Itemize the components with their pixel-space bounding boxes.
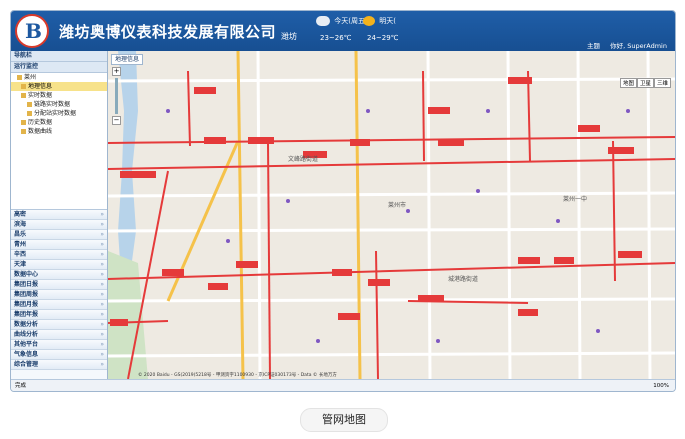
place-label-2: 莱州一中 (563, 195, 587, 203)
place-label-1: 莱州市 (388, 201, 406, 209)
app-window: 潍坊奥博仪表科技发展有限公司 潍坊 今天(周五) 23~26℃ 明天( 24~2… (10, 10, 676, 392)
company-name: 潍坊奥博仪表科技发展有限公司 (59, 23, 277, 41)
nav-section[interactable]: 青州 (11, 240, 107, 250)
tree-item-label: 莱州 (24, 74, 37, 81)
tree-item-label: 地理信息 (28, 83, 53, 90)
nav-section[interactable]: 其他平台 (11, 340, 107, 350)
status-text: 完成 (15, 383, 27, 389)
folder-icon (27, 102, 32, 107)
zoom-slider[interactable] (115, 78, 118, 114)
status-bar: 完成 100% (11, 379, 675, 391)
zoom-control[interactable]: + − (112, 67, 121, 127)
nav-title: 导航栏 (11, 51, 107, 62)
nav-section[interactable]: 昌乐 (11, 230, 107, 240)
map-copyright: © 2020 Baidu - GS(2019)5218号 - 甲测资字11009… (138, 373, 337, 378)
tree-item-label: 数据曲线 (28, 128, 53, 135)
group-title[interactable]: 运行监控 (11, 62, 107, 73)
folder-icon (21, 129, 26, 134)
map-type-map[interactable]: 地图 (619, 78, 637, 88)
map-type-satellite[interactable]: 卫星 (636, 78, 654, 88)
zoom-in-icon[interactable]: + (112, 67, 121, 76)
theme-menu[interactable]: 主题 (587, 42, 600, 50)
nav-section[interactable]: 高密 (11, 210, 107, 220)
sun-icon (363, 16, 375, 26)
user-greeting[interactable]: 你好, SuperAdmin (610, 42, 667, 50)
nav-section[interactable]: 集团年报 (11, 310, 107, 320)
tree-item[interactable]: 莱州 (11, 73, 107, 82)
zoom-level[interactable]: 100% (653, 380, 669, 391)
tree-item[interactable]: 分配站实时数据 (11, 109, 107, 118)
company-logo (15, 14, 49, 48)
weather-tomorrow: 明天( 24~29℃ (363, 16, 399, 42)
nav-section[interactable]: 集团月报 (11, 300, 107, 310)
map-canvas[interactable]: 莱州市 莱州一中 文峰路街道 城港路街道 (108, 51, 675, 379)
folder-icon (27, 111, 32, 116)
nav-tree: 莱州地理信息实时数据链路实时数据 分配站实时数据历史数据数据曲线 (11, 73, 107, 210)
nav-section[interactable]: 曲线分析 (11, 330, 107, 340)
folder-icon (21, 120, 26, 125)
cloud-icon (316, 16, 330, 26)
folder-icon (21, 84, 26, 89)
map-panel[interactable]: 莱州市 莱州一中 文峰路街道 城港路街道 地理信息 + − 地图 卫星 三维 © 2… (108, 51, 675, 379)
user-area: 主题 你好, SuperAdmin (579, 40, 667, 50)
weather-city: 潍坊 (281, 32, 297, 41)
nav-section[interactable]: 数据中心 (11, 270, 107, 280)
sidebar: 导航栏 运行监控 莱州地理信息实时数据链路实时数据 分配站实时数据历史数据数据曲线… (11, 51, 108, 379)
nav-section[interactable]: 天津 (11, 260, 107, 270)
map-tab[interactable]: 地理信息 (111, 54, 144, 65)
nav-sections: 高密滨海昌乐青州辛西天津数据中心集团日报集团周报集团月报集团年报数据分析曲线分析… (11, 210, 107, 370)
tree-item-label: 实时数据 (28, 92, 53, 99)
tree-item[interactable]: 历史数据 (11, 118, 107, 127)
place-label-4: 城港路街道 (448, 275, 478, 283)
folder-icon (17, 75, 22, 80)
place-label-3: 文峰路街道 (288, 155, 318, 163)
nav-section[interactable]: 滨海 (11, 220, 107, 230)
tree-item[interactable]: 实时数据 (11, 91, 107, 100)
weather-tomorrow-day: 明天( (379, 17, 396, 25)
nav-section[interactable]: 辛西 (11, 250, 107, 260)
map-type-3d[interactable]: 三维 (653, 78, 671, 88)
folder-icon (21, 93, 26, 98)
tree-item[interactable]: 数据曲线 (11, 127, 107, 136)
nav-section[interactable]: 集团周报 (11, 290, 107, 300)
weather-today: 今天(周五) 23~26℃ (316, 16, 368, 42)
nav-section[interactable]: 综合管理 (11, 360, 107, 370)
tree-item-label: 分配站实时数据 (34, 110, 77, 117)
tree-item-label: 链路实时数据 (34, 101, 71, 108)
zoom-out-icon[interactable]: − (112, 116, 121, 125)
tree-item[interactable]: 地理信息 (11, 82, 107, 91)
tree-item[interactable]: 链路实时数据 (11, 100, 107, 109)
header-bar: 潍坊奥博仪表科技发展有限公司 潍坊 今天(周五) 23~26℃ 明天( 24~2… (11, 11, 675, 51)
map-type-switch: 地图 卫星 三维 (619, 78, 671, 88)
nav-section[interactable]: 气象信息 (11, 350, 107, 360)
nav-section[interactable]: 数据分析 (11, 320, 107, 330)
caption: 管网地图 (300, 408, 388, 432)
weather-today-temp: 23~26℃ (320, 34, 352, 42)
weather-tomorrow-temp: 24~29℃ (367, 34, 399, 42)
tree-item-label: 历史数据 (28, 119, 53, 126)
nav-section[interactable]: 集团日报 (11, 280, 107, 290)
